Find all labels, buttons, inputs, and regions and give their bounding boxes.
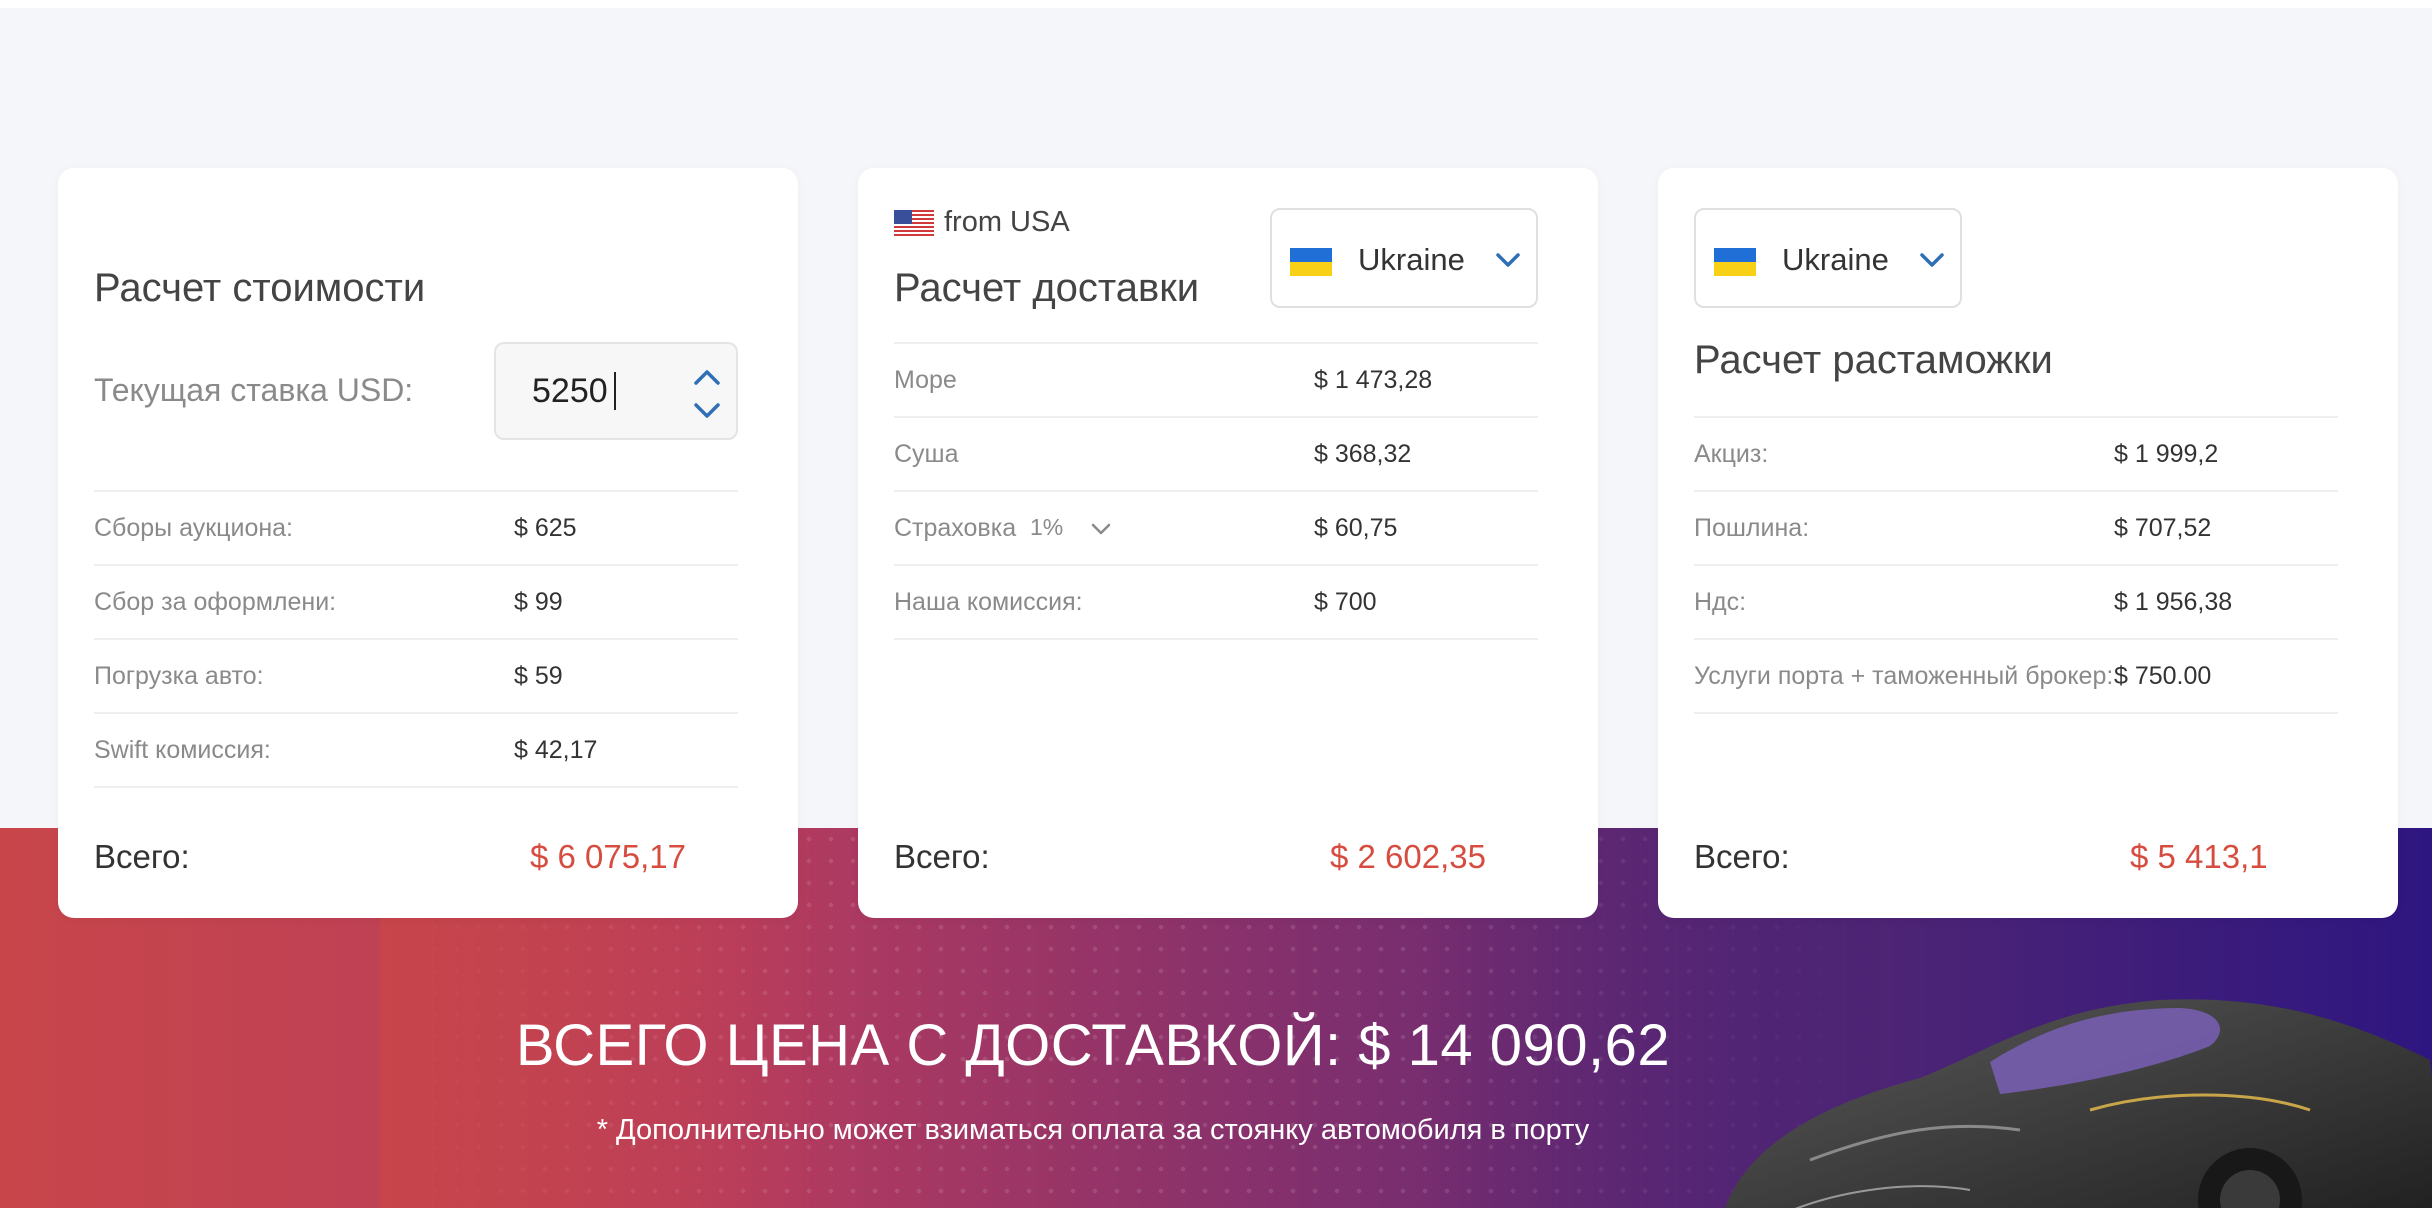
customs-card: Ukraine Расчет растаможки Акциз: $ 1 999…	[1658, 168, 2398, 918]
row-label: Акциз:	[1694, 440, 1769, 468]
row-label: Наша комиссия:	[894, 588, 1083, 616]
usa-flag-icon	[894, 210, 934, 236]
customs-rows: Акциз: $ 1 999,2 Пошлина: $ 707,52 Ндс: …	[1694, 416, 2338, 714]
delivery-card: from USA Ukraine Расчет доставки Море $ …	[858, 168, 1598, 918]
table-row: Сборы аукциона: $ 625	[94, 492, 738, 566]
table-row: Swift комиссия: $ 42,17	[94, 714, 738, 788]
row-label: Ндс:	[1694, 588, 1747, 616]
row-label: Страховка	[894, 514, 1017, 542]
row-label: Сборы аукциона:	[94, 514, 293, 542]
chevron-up-icon[interactable]	[692, 366, 722, 388]
grand-total: ВСЕГО ЦЕНА С ДОСТАВКОЙ: $ 14 090,62	[515, 1013, 1671, 1078]
ukraine-flag-icon	[1290, 248, 1332, 276]
ukraine-flag-icon	[1714, 248, 1756, 276]
top-bar	[0, 0, 2432, 8]
delivery-country-select[interactable]: Ukraine	[1270, 208, 1538, 308]
row-value: $ 1 956,38	[2114, 588, 2233, 616]
chevron-down-icon	[1496, 253, 1520, 267]
row-label: Море	[894, 366, 957, 394]
row-value: $ 42,17	[514, 736, 598, 764]
cost-card: Расчет стоимости Текущая ставка USD: Сбо…	[58, 168, 798, 918]
row-label: Услуги порта + таможенный брокер:	[1694, 662, 2114, 690]
row-value: $ 59	[514, 662, 563, 690]
chevron-down-icon[interactable]	[1090, 522, 1112, 536]
row-label: Суша	[894, 440, 959, 468]
delivery-total-value: $ 2 602,35	[1330, 838, 1486, 875]
cost-total-label: Всего:	[94, 838, 190, 875]
chevron-down-icon[interactable]	[692, 400, 722, 422]
table-row: Акциз: $ 1 999,2	[1694, 418, 2338, 492]
table-row: Пошлина: $ 707,52	[1694, 492, 2338, 566]
customs-card-title: Расчет растаможки	[1694, 338, 2053, 382]
chevron-down-icon	[1920, 253, 1944, 267]
table-row: Наша комиссия: $ 700	[894, 566, 1538, 640]
origin-text: from USA	[944, 206, 1070, 238]
customs-country-select[interactable]: Ukraine	[1694, 208, 1962, 308]
page: ВСЕГО ЦЕНА С ДОСТАВКОЙ: $ 14 090,62 * До…	[0, 0, 2432, 1208]
row-value: $ 1 999,2	[2114, 440, 2219, 468]
country-name: Ukraine	[1782, 242, 1889, 277]
row-value: $ 99	[514, 588, 563, 616]
usd-rate-label: Текущая ставка USD:	[94, 372, 414, 408]
table-row: Страховка 1% $ 60,75	[894, 492, 1538, 566]
cost-card-title: Расчет стоимости	[94, 266, 426, 310]
delivery-card-title: Расчет доставки	[894, 266, 1200, 310]
delivery-total-label: Всего:	[894, 838, 990, 875]
customs-total-label: Всего:	[1694, 838, 1790, 875]
cost-rows: Сборы аукциона: $ 625 Сбор за оформлени:…	[94, 490, 738, 788]
row-label: Swift комиссия:	[94, 736, 271, 764]
row-value: $ 625	[514, 514, 577, 542]
table-row: Погрузка авто: $ 59	[94, 640, 738, 714]
table-row: Ндс: $ 1 956,38	[1694, 566, 2338, 640]
cost-total-value: $ 6 075,17	[530, 838, 686, 875]
parking-fee-note: * Дополнительно может взиматься оплата з…	[596, 1114, 1590, 1146]
country-name: Ukraine	[1358, 242, 1465, 277]
table-row: Море $ 1 473,28	[894, 344, 1538, 418]
table-row: Услуги порта + таможенный брокер: $ 750.…	[1694, 640, 2338, 714]
insurance-percent-select[interactable]: 1%	[1030, 514, 1063, 541]
delivery-rows: Море $ 1 473,28 Суша $ 368,32 Страховка …	[894, 342, 1538, 640]
row-label: Сбор за оформлени:	[94, 588, 337, 616]
row-label: Пошлина:	[1694, 514, 1810, 542]
customs-total-value: $ 5 413,1	[2130, 838, 2268, 875]
row-value: $ 60,75	[1314, 514, 1398, 542]
table-row: Суша $ 368,32	[894, 418, 1538, 492]
row-value: $ 368,32	[1314, 440, 1412, 468]
row-value: $ 700	[1314, 588, 1377, 616]
row-value: $ 707,52	[2114, 514, 2212, 542]
row-value: $ 1 473,28	[1314, 366, 1433, 394]
row-value: $ 750.00	[2114, 662, 2212, 690]
usd-rate-stepper[interactable]	[494, 342, 738, 440]
row-label: Погрузка авто:	[94, 662, 264, 690]
usd-rate-input[interactable]	[532, 368, 672, 414]
table-row: Сбор за оформлени: $ 99	[94, 566, 738, 640]
text-caret	[614, 372, 616, 410]
